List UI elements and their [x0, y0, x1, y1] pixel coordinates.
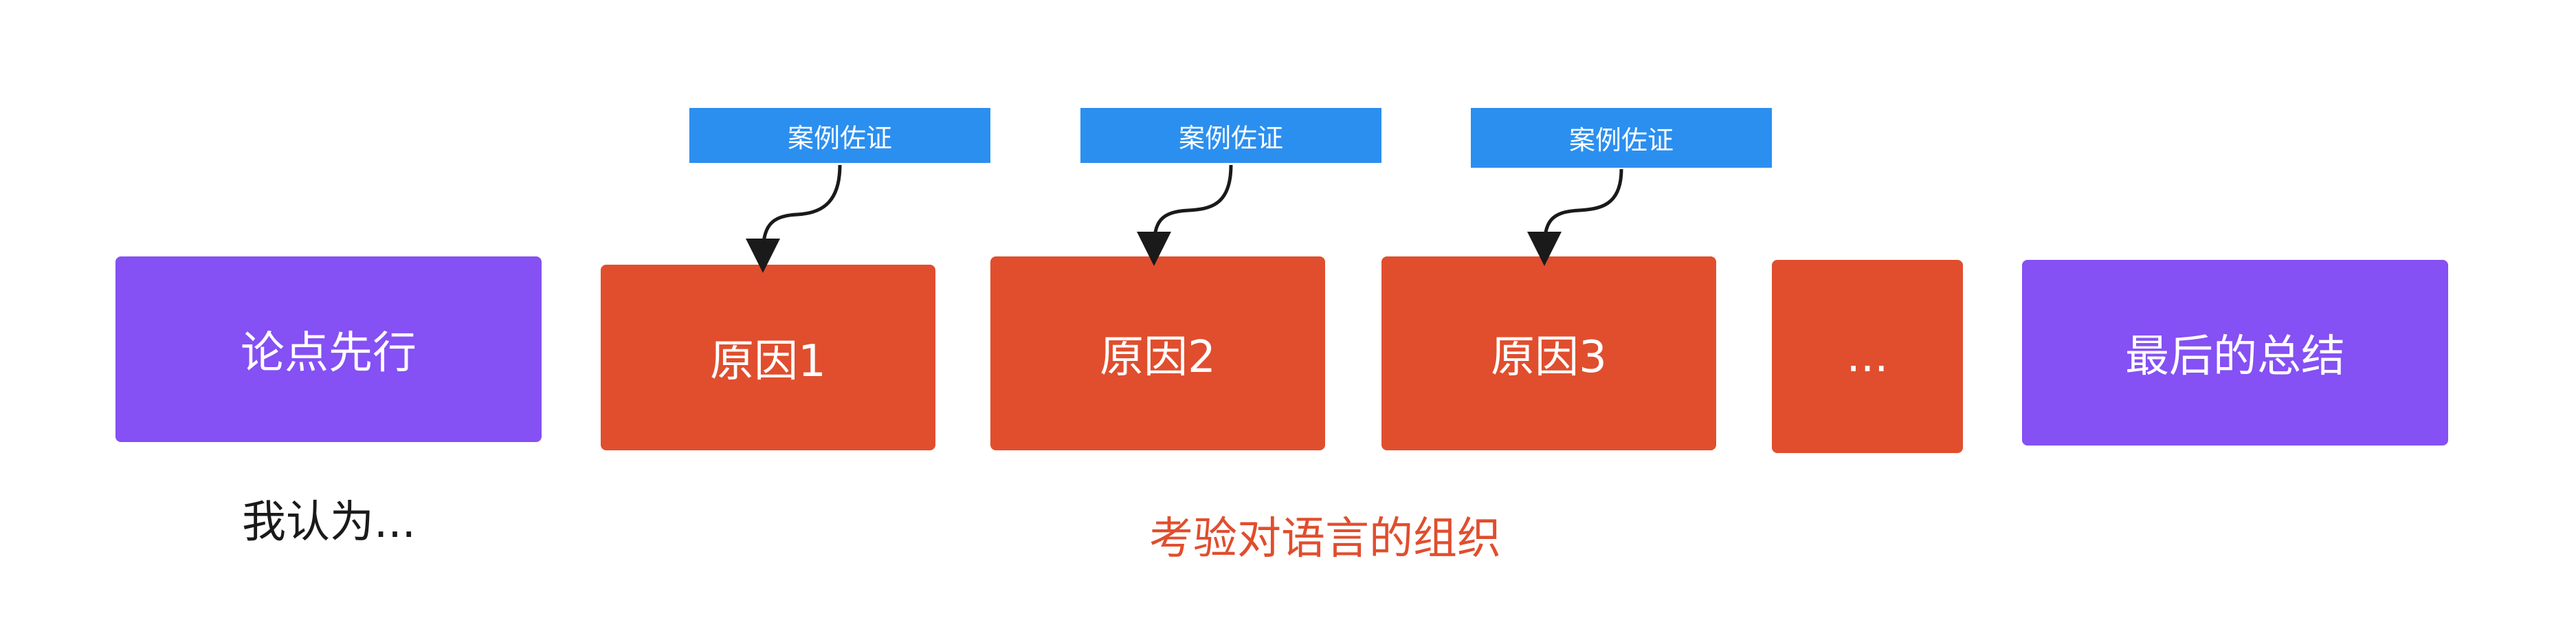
arrow-tag2-to-reason2: [1137, 164, 1233, 266]
arrow-tag3-to-reason3: [1527, 168, 1623, 266]
arrow-tag1-to-reason1: [746, 164, 842, 273]
opening-caption-text: 我认为...: [242, 497, 417, 548]
middle-caption-text: 考验对语言的组织: [1149, 514, 1501, 564]
middle-caption: 考验对语言的组织: [1149, 503, 1501, 566]
opening-caption: 我认为...: [242, 487, 416, 550]
